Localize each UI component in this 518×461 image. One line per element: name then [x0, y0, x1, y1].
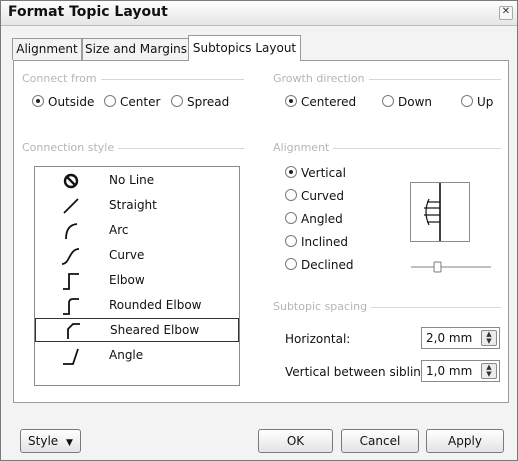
- list-item-label: Sheared Elbow: [110, 323, 200, 337]
- horizontal-spacing-label: Horizontal:: [285, 332, 351, 346]
- list-item-arc[interactable]: Arc: [35, 219, 239, 243]
- list-item-sheared-elbow[interactable]: Sheared Elbow: [35, 318, 239, 342]
- connect-from-header: Connect from: [22, 72, 244, 86]
- list-item-no-line[interactable]: No Line: [35, 169, 239, 193]
- radio-indicator[interactable]: [285, 166, 297, 178]
- list-item-rounded-elbow[interactable]: Rounded Elbow: [35, 294, 239, 318]
- vertical-spacing-value[interactable]: 1,0 mm: [426, 364, 472, 378]
- radio-label: Angled: [301, 212, 343, 226]
- style-menu-button[interactable]: Style ▼: [20, 429, 81, 453]
- sheared-elbow-line-icon: [67, 323, 80, 339]
- radio-label: Vertical: [301, 166, 346, 180]
- list-item-label: Angle: [109, 348, 144, 362]
- radio-indicator[interactable]: [285, 95, 297, 107]
- radio-indicator[interactable]: [285, 258, 297, 270]
- tab-size-and-margins[interactable]: Size and Margins: [82, 38, 190, 60]
- growth-direction-heading: Growth direction: [273, 72, 369, 85]
- no-line-icon: [63, 173, 79, 189]
- cancel-button[interactable]: Cancel: [341, 429, 419, 453]
- rounded-elbow-line-icon: [63, 298, 79, 315]
- horizontal-spacing-value[interactable]: 2,0 mm: [426, 331, 472, 345]
- radio-indicator[interactable]: [285, 235, 297, 247]
- style-button-label: Style: [28, 434, 59, 448]
- alignment-slider[interactable]: [410, 261, 492, 273]
- spin-arrows-icon[interactable]: ▲ ▼: [481, 363, 497, 379]
- radio-label: Centered: [301, 95, 357, 109]
- radio-indicator[interactable]: [461, 95, 473, 107]
- connection-style-header: Connection style: [22, 141, 244, 155]
- list-item-label: Curve: [109, 248, 145, 262]
- list-item-label: Straight: [109, 198, 157, 212]
- list-item-straight[interactable]: Straight: [35, 194, 239, 218]
- radio-indicator[interactable]: [382, 95, 394, 107]
- radio-label: Outside: [48, 95, 95, 109]
- connect-from-heading: Connect from: [22, 72, 101, 85]
- subtopics-layout-panel: Connect from Outside Center Spread Growt…: [13, 60, 509, 403]
- connection-style-list[interactable]: No Line Straight Arc Curve Elbow Rounded…: [34, 166, 240, 386]
- subtopic-spacing-heading: Subtopic spacing: [273, 300, 372, 313]
- alignment-header: Alignment: [273, 141, 501, 155]
- radio-label: Spread: [187, 95, 230, 109]
- list-item-elbow[interactable]: Elbow: [35, 269, 239, 293]
- list-item-label: No Line: [109, 173, 155, 187]
- vertical-spacing-stepper[interactable]: 1,0 mm ▲ ▼: [421, 360, 500, 382]
- title-bar[interactable]: Format Topic Layout ✕: [1, 1, 517, 26]
- alignment-heading: Alignment: [273, 141, 334, 154]
- list-item-label: Elbow: [109, 273, 145, 287]
- elbow-line-icon: [63, 273, 79, 290]
- radio-label: Down: [398, 95, 433, 109]
- angle-line-icon: [63, 348, 79, 365]
- radio-indicator[interactable]: [32, 95, 44, 107]
- tab-subtopics-layout[interactable]: Subtopics Layout: [188, 35, 301, 61]
- dropdown-arrow-icon: ▼: [66, 438, 73, 448]
- connection-style-heading: Connection style: [22, 141, 119, 154]
- straight-line-icon: [63, 198, 79, 214]
- list-item-label: Rounded Elbow: [109, 298, 202, 312]
- radio-label: Inclined: [301, 235, 349, 249]
- format-topic-layout-dialog: Format Topic Layout ✕ Alignment Size and…: [0, 0, 518, 461]
- arc-line-icon: [65, 223, 78, 240]
- radio-indicator[interactable]: [171, 95, 183, 107]
- apply-button[interactable]: Apply: [426, 429, 504, 453]
- tab-alignment[interactable]: Alignment: [12, 38, 82, 60]
- radio-label: Up: [477, 95, 494, 109]
- radio-indicator[interactable]: [285, 189, 297, 201]
- radio-label: Center: [120, 95, 161, 109]
- list-item-angle[interactable]: Angle: [35, 344, 239, 368]
- radio-indicator[interactable]: [104, 95, 116, 107]
- vertical-spacing-label: Vertical between siblings:: [285, 365, 439, 379]
- list-item-label: Arc: [109, 223, 129, 237]
- radio-label: Curved: [301, 189, 345, 203]
- close-icon[interactable]: ✕: [499, 6, 513, 20]
- list-item-curve[interactable]: Curve: [35, 244, 239, 268]
- slider-thumb: [433, 261, 442, 273]
- radio-label: Declined: [301, 258, 354, 272]
- curve-line-icon: [61, 248, 80, 265]
- growth-direction-header: Growth direction: [273, 72, 501, 86]
- spin-arrows-icon[interactable]: ▲ ▼: [481, 330, 497, 346]
- radio-indicator[interactable]: [285, 212, 297, 224]
- horizontal-spacing-stepper[interactable]: 2,0 mm ▲ ▼: [421, 327, 500, 349]
- window-title: Format Topic Layout: [8, 4, 168, 20]
- alignment-preview: [410, 182, 470, 242]
- subtopic-spacing-header: Subtopic spacing: [273, 300, 501, 314]
- ok-button[interactable]: OK: [258, 429, 333, 453]
